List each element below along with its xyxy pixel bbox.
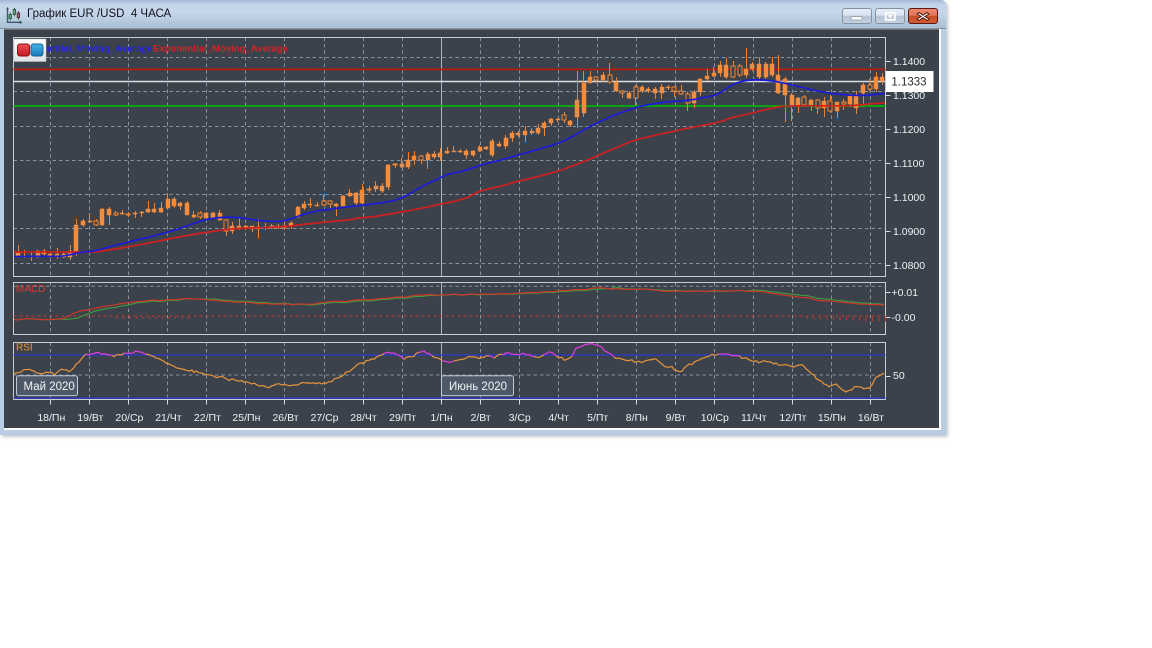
svg-text:Май 2020: Май 2020 bbox=[24, 381, 75, 393]
svg-text:RSI: RSI bbox=[16, 343, 33, 354]
svg-text:50: 50 bbox=[893, 370, 905, 382]
svg-text:9/Вт: 9/Вт bbox=[666, 412, 686, 424]
svg-text:25/Пн: 25/Пн bbox=[232, 412, 260, 424]
svg-text:5/Пт: 5/Пт bbox=[587, 412, 608, 424]
svg-text:10/Ср: 10/Ср bbox=[701, 412, 729, 424]
svg-text:16/Вт: 16/Вт bbox=[858, 412, 884, 424]
svg-text:1.1000: 1.1000 bbox=[893, 192, 925, 204]
svg-text:26/Вт: 26/Вт bbox=[272, 412, 298, 424]
svg-text:1.1333: 1.1333 bbox=[891, 77, 926, 89]
svg-text:2/Вт: 2/Вт bbox=[470, 412, 490, 424]
svg-text:1.1100: 1.1100 bbox=[893, 158, 924, 170]
svg-text:27/Ср: 27/Ср bbox=[310, 412, 338, 424]
svg-text:20/Ср: 20/Ср bbox=[115, 412, 143, 424]
svg-text:8/Пн: 8/Пн bbox=[626, 412, 648, 424]
svg-text:1.0900: 1.0900 bbox=[893, 226, 925, 238]
svg-text:1.0800: 1.0800 bbox=[893, 260, 925, 272]
svg-text:18/Пн: 18/Пн bbox=[37, 412, 65, 424]
svg-text:29/Пт: 29/Пт bbox=[389, 412, 416, 424]
svg-text:MACD: MACD bbox=[16, 284, 45, 295]
svg-text:Июнь 2020: Июнь 2020 bbox=[449, 381, 507, 393]
svg-text:ential_Moving_Average: ential_Moving_Average bbox=[47, 44, 153, 55]
svg-text:21/Чт: 21/Чт bbox=[155, 412, 182, 424]
svg-text:1.1400: 1.1400 bbox=[893, 56, 925, 68]
svg-text:19/Вт: 19/Вт bbox=[77, 412, 103, 424]
svg-text:1.1200: 1.1200 bbox=[893, 124, 925, 136]
svg-text:4/Чт: 4/Чт bbox=[548, 412, 569, 424]
svg-text:-0.00: -0.00 bbox=[892, 312, 916, 324]
svg-text:12/Пт: 12/Пт bbox=[779, 412, 806, 424]
svg-text:22/Пт: 22/Пт bbox=[194, 412, 221, 424]
svg-text:3/Ср: 3/Ср bbox=[509, 412, 531, 424]
svg-text:Exponential_Moving_Average: Exponential_Moving_Average bbox=[153, 44, 288, 55]
svg-text:1/Пн: 1/Пн bbox=[431, 412, 453, 424]
svg-text:28/Чт: 28/Чт bbox=[350, 412, 377, 424]
svg-text:+0.01: +0.01 bbox=[892, 287, 919, 299]
svg-text:11/Чт: 11/Чт bbox=[741, 412, 767, 424]
svg-text:15/Пн: 15/Пн bbox=[818, 412, 846, 424]
